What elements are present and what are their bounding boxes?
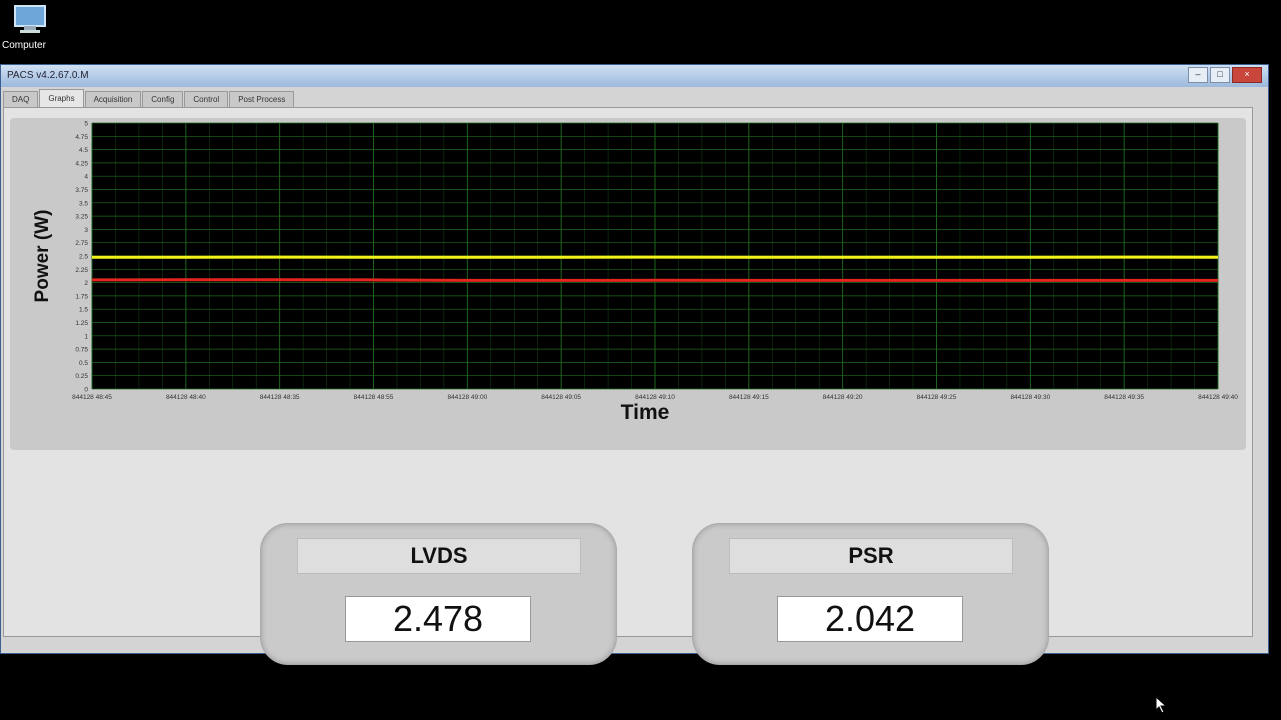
x-tick-label: 844128 48:45 (72, 394, 112, 401)
x-tick-label: 844128 49:25 (917, 394, 957, 401)
y-tick-label: 1.75 (75, 293, 88, 300)
x-tick-label: 844128 49:30 (1010, 394, 1050, 401)
y-tick-label: 4.25 (75, 160, 88, 167)
x-tick-label: 844128 49:05 (541, 394, 581, 401)
y-tick-label: 1 (84, 333, 88, 340)
y-tick-label: 2.75 (75, 240, 88, 247)
y-tick-label: 2.25 (75, 267, 88, 274)
y-tick-label: 0.75 (75, 347, 88, 354)
x-tick-label: 844128 49:40 (1198, 394, 1238, 401)
desktop-icon-label: Computer (2, 40, 46, 51)
x-tick-label: 844128 49:20 (823, 394, 863, 401)
minimize-icon: – (1195, 69, 1201, 79)
tab-acquisition[interactable]: Acquisition (84, 91, 142, 108)
y-tick-label: 2.5 (79, 254, 88, 261)
y-tick-label: 2 (84, 280, 88, 287)
y-tick-label: 4.75 (75, 134, 88, 141)
y-tick-label: 0.5 (79, 360, 88, 367)
y-tick-label: 3.5 (79, 200, 88, 207)
y-tick-label: 5 (84, 121, 88, 128)
y-axis-label: Power (W) (32, 210, 53, 303)
y-tick-label: 3.75 (75, 187, 88, 194)
psr-readout: PSR 2.042 (692, 523, 1049, 665)
graphs-panel: 0 0.25 0.5 0.75 1 1.25 1.5 1.75 2 2.25 2.5 2.75 3 3.2… (3, 107, 1253, 665)
minimize-button[interactable]: – (1188, 67, 1208, 83)
y-tick-label: 0 (84, 387, 88, 394)
power-chart: 0 0.25 0.5 0.75 1 1.25 1.5 1.75 2 2.25 2.5 2.75 3 3.2… (32, 121, 1238, 425)
y-tick-label: 4 (84, 174, 88, 181)
y-tick-label: 0.25 (75, 373, 88, 380)
lvds-readout: LVDS 2.478 (260, 523, 617, 665)
tab-bar: DAQ Graphs Acquisition Config Control Po… (3, 89, 295, 108)
computer-icon (10, 4, 50, 34)
y-tick-label: 1.5 (79, 307, 88, 314)
tab-config[interactable]: Config (142, 91, 184, 108)
maximize-button[interactable]: □ (1210, 67, 1230, 83)
app-window: PACS v4.2.67.0.M – □ × DAQ Graphs Acquis… (0, 64, 1269, 665)
x-tick-label: 844128 48:40 (166, 394, 206, 401)
x-tick-label: 844128 48:55 (354, 394, 394, 401)
x-tick-label: 844128 48:35 (260, 394, 300, 401)
power-graph: 0 0.25 0.5 0.75 1 1.25 1.5 1.75 2 2.25 2.5 2.75 3 3.2… (10, 118, 1246, 450)
tab-daq[interactable]: DAQ (3, 91, 39, 108)
x-tick-label: 844128 49:35 (1104, 394, 1144, 401)
series-line-1 (91, 278, 1218, 282)
computer-desktop-icon[interactable]: Computer (0, 4, 60, 51)
mouse-cursor-icon (1155, 696, 1168, 714)
lvds-label: LVDS (297, 538, 581, 574)
close-icon: × (1244, 69, 1250, 79)
y-tick-label: 1.25 (75, 320, 88, 327)
tab-control[interactable]: Control (184, 91, 229, 108)
maximize-icon: □ (1217, 69, 1223, 79)
x-tick-label: 844128 49:15 (729, 394, 769, 401)
title-bar[interactable]: PACS v4.2.67.0.M – □ × (1, 65, 1268, 87)
y-tick-label: 3 (84, 227, 88, 234)
x-axis-label: Time (621, 401, 670, 424)
y-tick-label: 3.25 (75, 214, 88, 221)
psr-label: PSR (729, 538, 1013, 574)
window-title: PACS v4.2.67.0.M (7, 70, 89, 81)
y-tick-label: 4.5 (79, 147, 88, 154)
lvds-value: 2.478 (345, 596, 531, 642)
tab-graphs[interactable]: Graphs (39, 89, 84, 108)
close-button[interactable]: × (1232, 67, 1262, 83)
x-tick-label: 844128 49:10 (635, 394, 675, 401)
x-tick-label: 844128 49:00 (447, 394, 487, 401)
tab-post-process[interactable]: Post Process (229, 91, 295, 108)
psr-value: 2.042 (777, 596, 963, 642)
